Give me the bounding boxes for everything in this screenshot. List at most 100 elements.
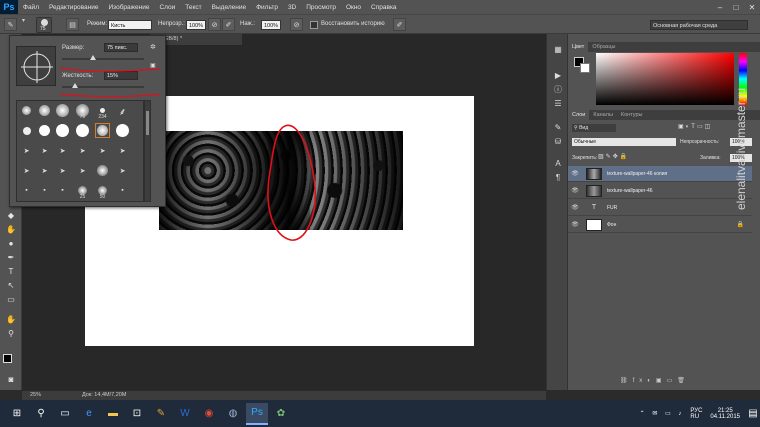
brush-preset[interactable]: 234 [95,103,110,120]
eraser-tool-icon[interactable]: ✎ [4,18,17,31]
brush-preset[interactable] [19,123,34,138]
tab-channels[interactable]: Каналы [589,110,617,120]
brush-preset-picker[interactable]: 75 [36,17,52,33]
quick-mask-icon[interactable]: ◙ [4,374,18,386]
brush-preset[interactable] [55,103,70,118]
menu-type[interactable]: Текст [180,4,206,11]
zoom-tool-icon[interactable]: ⚲ [4,328,18,340]
blend-mode-select[interactable]: Обычные [572,138,676,146]
layer-filter-select[interactable]: ⚲ Вид [572,124,616,132]
minimize-button[interactable]: – [712,3,728,12]
menu-file[interactable]: Файл [18,4,44,11]
task-view-icon[interactable]: ▭ [54,403,76,425]
word-icon[interactable]: W [174,403,196,425]
size-slider[interactable] [62,58,144,60]
smudge-tool-icon[interactable]: ✋ [4,224,18,236]
restore-history-checkbox[interactable] [310,21,318,29]
airbrush-icon[interactable]: ✐ [222,18,235,31]
menu-edit[interactable]: Редактирование [44,4,104,11]
tab-paths[interactable]: Контуры [617,110,647,120]
hand-tool-icon[interactable]: ✋ [4,314,18,326]
menu-3d[interactable]: 3D [283,4,301,11]
tab-swatches[interactable]: Образцы [588,42,619,52]
menu-filter[interactable]: Фильтр [251,4,283,11]
dodge-tool-icon[interactable]: ● [4,238,18,250]
brush-preset[interactable]: ➤ [37,143,52,158]
tab-color[interactable]: Цвет [568,42,589,52]
tablet-pressure-icon[interactable]: ✐ [393,18,406,31]
menu-help[interactable]: Справка [366,4,402,11]
brush-preset[interactable]: ➤ [75,143,90,158]
background-color-chip[interactable] [580,63,590,73]
pressure-input[interactable]: 100% [261,20,281,30]
edge-browser-icon[interactable]: e [78,403,100,425]
menu-image[interactable]: Изображение [104,4,155,11]
pencil-app-icon[interactable]: ✎ [150,403,172,425]
brush-preset[interactable]: ➤ [19,163,34,178]
maximize-button[interactable]: □ [728,3,744,12]
notifications-icon[interactable]: ▤ [747,403,759,425]
brush-preset[interactable] [37,103,52,118]
store-icon[interactable]: ⊡ [126,403,148,425]
brush-preset[interactable]: ➤ [37,163,52,178]
tray-icons[interactable]: ⌃ ✉ ▭ ♪ [640,410,685,417]
layer-row-background[interactable]: 👁 Фон 🔒 [568,217,752,233]
layer-row-texture-copy[interactable]: 👁 texture-wallpaper-46 копия [568,166,752,182]
app-icon[interactable]: ✿ [270,403,292,425]
brush-preset[interactable]: ➤ [95,143,110,158]
settings-gear-icon[interactable]: ✲ [150,43,156,51]
menu-view[interactable]: Просмотр [301,4,341,11]
visibility-eye-icon[interactable]: 👁 [568,170,582,177]
brush-preset[interactable] [37,123,52,138]
brush-preset[interactable] [95,163,110,178]
brush-preset[interactable]: ▪ [19,183,34,198]
pen-tool-icon[interactable]: ✒ [4,252,18,264]
brush-preset[interactable]: ▪ [37,183,52,198]
clock[interactable]: 21:25 04.11.2015 [710,408,740,420]
brush-preset[interactable]: ➤ [55,143,70,158]
windows-start-icon[interactable]: ⊞ [6,403,28,425]
actions-icon[interactable]: ▶ [552,70,564,82]
brush-preset[interactable]: ➤ [115,143,130,158]
layers-footer-icons[interactable]: ⛓fx◐▣▭🗑 [620,377,690,384]
type-tool-icon[interactable]: T [4,266,18,278]
size-slider-handle[interactable] [90,55,96,60]
pressure-opacity-icon[interactable]: ⊘ [208,18,221,31]
brush-preset[interactable]: ➤ [55,163,70,178]
layer-row-fur[interactable]: 👁 T FUR [568,200,752,216]
brush-panel-toggle-icon[interactable]: ▤ [66,18,79,31]
opacity-input[interactable]: 100% [186,20,206,30]
brush-preset[interactable] [55,123,70,138]
menu-layers[interactable]: Слои [154,4,180,11]
pressure-size-icon[interactable]: ⊘ [290,18,303,31]
workspace-select[interactable]: Основная рабочая среда [650,20,748,30]
steam-icon[interactable]: ◍ [222,403,244,425]
brush-panel-icon[interactable]: ✎ [552,122,564,134]
photoshop-taskbar-icon[interactable]: Ps [246,402,268,425]
brush-preset-selected[interactable] [95,123,110,138]
character-icon[interactable]: A [552,158,564,170]
search-icon[interactable]: ⚲ [30,403,52,425]
layer-filter-icons[interactable]: ▣◐T▭◫ [678,123,712,130]
scrollbar-thumb[interactable] [146,111,149,135]
history-icon[interactable]: ▦ [552,44,564,56]
tool-preset-chevron-icon[interactable]: ▾ [22,17,26,31]
properties-icon[interactable]: ☰ [552,98,564,110]
brush-preset[interactable] [115,123,130,138]
zoom-level[interactable]: 25% [30,392,41,398]
visibility-eye-icon[interactable]: 👁 [568,221,582,228]
brush-preset[interactable]: ⸙ [115,103,130,118]
tab-layers[interactable]: Слои [568,110,590,120]
file-explorer-icon[interactable]: ▬ [102,403,124,425]
brush-preset[interactable]: ➤ [75,163,90,178]
size-input[interactable]: 75 пикс. [104,43,138,52]
brush-preset[interactable]: ➤ [115,163,130,178]
info-icon[interactable]: ⓘ [552,84,564,96]
layer-row-texture[interactable]: 👁 texture-wallpaper-46 [568,183,752,199]
brush-grid-scrollbar[interactable] [144,100,151,202]
lock-icons[interactable]: ▨✎✥🔒 [598,153,629,160]
rectangle-tool-icon[interactable]: ▭ [4,294,18,306]
brush-preset[interactable]: 50 [95,183,110,200]
foreground-color-swatch[interactable] [3,354,12,363]
clone-source-icon[interactable]: ⛁ [552,136,564,148]
